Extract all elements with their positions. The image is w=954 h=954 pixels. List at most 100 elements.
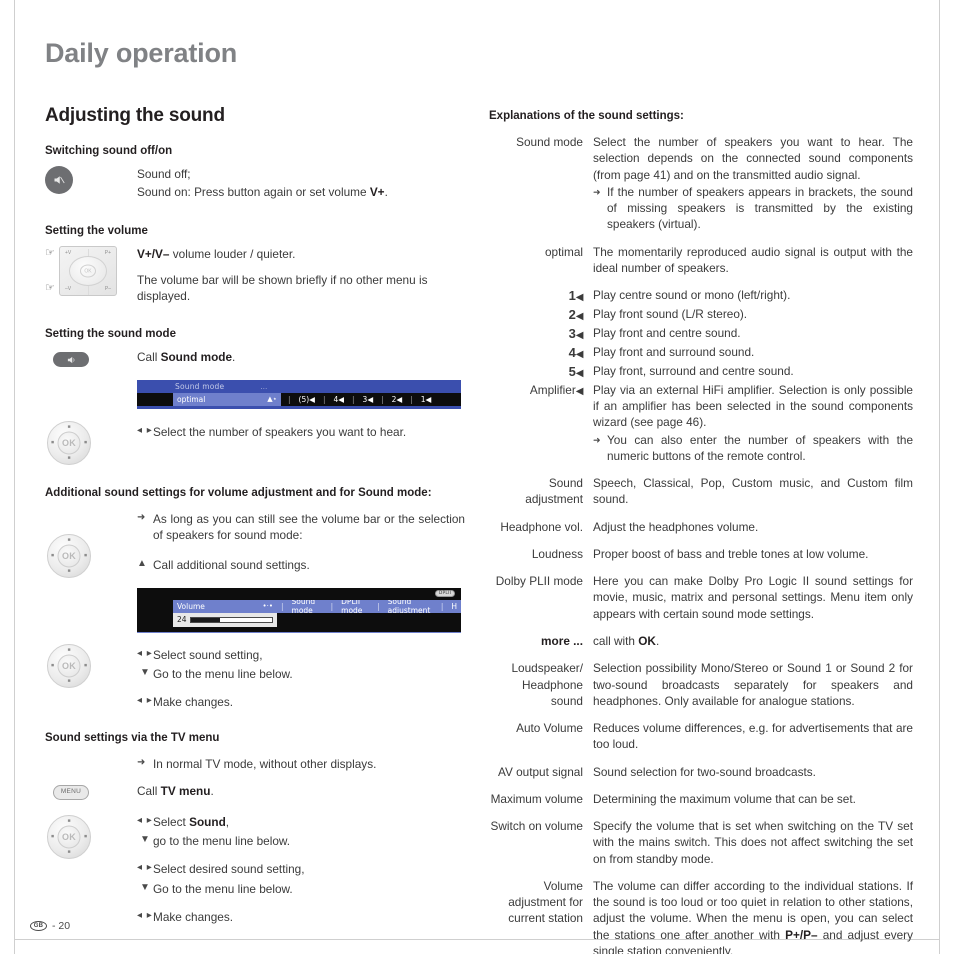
desc-more: call with OK. — [593, 633, 913, 649]
osd-volume-selected[interactable]: Volume •⋅• — [173, 599, 277, 613]
left-right-arrows-icon-6: ◂ ▸ — [137, 909, 153, 921]
volume-keys-desc: volume louder / quieter. — [169, 246, 296, 261]
heading-switching-sound: Switching sound off/on — [45, 145, 173, 157]
entry-sound-adjustment: Sound adjustment Speech, Classical, Pop,… — [489, 475, 913, 508]
sound-on-line: Sound on: Press button again or set volu… — [137, 184, 465, 200]
call-additional-label: Call additional sound settings. — [153, 558, 310, 573]
term-volume-adjustment-station: Volume adjustment for current station — [508, 878, 583, 926]
left-right-arrows-icon-4: ◂ ▸ — [137, 814, 153, 826]
term-loudness: Loudness — [531, 546, 583, 561]
nav-wheel-ok-icon-2[interactable]: ■ ■ ■ ■ OK — [47, 533, 91, 578]
desc-amplifier: Play via an external HiFi amplifier. Sel… — [593, 382, 913, 464]
p-plus-minus-key: P+/P– — [785, 927, 818, 942]
gutter-nav-wheel-2: ■ ■ ■ ■ OK — [45, 508, 137, 578]
menu-button-icon[interactable]: MENU — [53, 784, 89, 800]
down-arrow-icon-2: ▼ — [140, 834, 150, 846]
volume-keys: V+/V– — [137, 246, 170, 261]
term-speaker-1-num: 1 — [568, 288, 576, 304]
select-prefix: Select — [153, 814, 190, 829]
select-sound-line: Select Sound, — [153, 814, 465, 830]
mute-button-icon[interactable] — [45, 166, 73, 194]
osd-tab-h[interactable]: H — [447, 602, 461, 611]
speaker-icon-2: ◀ — [575, 311, 584, 323]
left-right-arrows-icon-2: ◂ ▸ — [137, 647, 153, 659]
nav-wheel-ok-icon[interactable]: ■ ■ ■ ■ OK — [47, 420, 91, 465]
heading-tv-menu: Sound settings via the TV menu — [45, 732, 220, 745]
term-switch-on-volume: Switch on volume — [490, 819, 583, 834]
locale-badge: GB — [30, 921, 47, 931]
gutter-menu-button: MENU — [45, 783, 137, 800]
up-arrow-icon: ▲ — [137, 558, 147, 570]
entry-maximum-volume: Maximum volume Determining the maximum v… — [489, 791, 913, 807]
make-changes-label-2: Make changes. — [153, 909, 234, 924]
gutter-volume-pad: ☞ ☞ +V –V P+ P– OK — [45, 245, 137, 296]
gutter-nav-wheel-3: ■ ■ ■ ■ OK — [45, 643, 137, 688]
volume-down-label: –V — [65, 285, 72, 292]
nav-wheel-ok-icon-3[interactable]: ■ ■ ■ ■ OK — [47, 643, 91, 688]
volume-rocker-pad-icon[interactable]: +V –V P+ P– OK — [59, 245, 117, 296]
osd-option-1[interactable]: 1◀ — [417, 395, 436, 404]
speaker-icon-5: ◀ — [575, 367, 584, 379]
term-amplifier: Amplifier◀ — [489, 382, 593, 464]
desc-switch-on-volume: Specify the volume that is set when swit… — [593, 819, 913, 866]
volume-bar-note: The volume bar will be shown briefly if … — [137, 272, 428, 304]
desc-headphone-vol: Adjust the headphones volume. — [593, 519, 759, 534]
sound-on-prefix: Sound on: Press button again or set volu… — [137, 185, 370, 200]
tv-mode-note: In normal TV mode, without other display… — [153, 757, 377, 772]
osd-option-4[interactable]: 4◀ — [329, 395, 348, 404]
gutter-nav-wheel-1: ■ ■ ■ ■ OK — [45, 420, 137, 465]
desc-speaker-2: Play front sound (L/R stereo). — [593, 307, 748, 322]
term-sound-mode: Sound mode — [516, 135, 583, 149]
entry-speaker-3: 3◀ Play front and centre sound. — [489, 325, 913, 343]
osd-volume-tabs: | Sound mode | DPLII mode | Sound adjust… — [277, 597, 461, 615]
note-arrow-icon-2: ➜ — [137, 757, 146, 769]
note-arrow-icon-3: ➜ — [593, 186, 601, 197]
entry-sound-mode: Sound mode Select the number of speakers… — [489, 134, 913, 233]
speaker-icon-6: ◀ — [575, 385, 584, 397]
entry-loudspeaker-headphone: Loudspeaker/ Headphone sound Selection p… — [489, 660, 914, 709]
osd-vol-bot-filler — [137, 612, 173, 627]
desc-loudspeaker-headphone: Selection possibility Mono/Stereo or Sou… — [593, 661, 913, 708]
osd-volume-bar: DPLII Volume •⋅• | Sound mode | DPLII mo… — [137, 587, 461, 633]
desc-speaker-4: Play front and surround sound. — [593, 344, 755, 359]
entry-optimal: optimal The momentarily reproduced audio… — [489, 244, 913, 277]
osd-selected-item[interactable]: optimal ▲⋆ — [173, 392, 281, 406]
term-optimal: optimal — [544, 244, 583, 259]
chapter-title: Daily operation — [45, 38, 238, 68]
osd-vol-left-filler — [137, 599, 173, 613]
entry-amplifier: Amplifier◀ Play via an external HiFi amp… — [489, 382, 913, 464]
osd-option-2[interactable]: 2◀ — [388, 395, 407, 404]
osd-title-row: Sound mode ... — [137, 379, 461, 393]
speaker-icon-4: ◀ — [575, 348, 584, 360]
note-arrow-icon-4: ➜ — [593, 434, 601, 445]
osd-option-5[interactable]: (5)◀ — [295, 395, 319, 404]
osd-title: Sound mode — [175, 381, 225, 391]
osd-option-3[interactable]: 3◀ — [359, 395, 378, 404]
desc-dolby-plii: Here you can make Dolby Pro Logic II sou… — [593, 574, 913, 621]
osd-volume-value-row: 24 — [137, 612, 461, 627]
tv-menu-label: TV menu — [160, 783, 211, 798]
select-sound-setting-label: Select sound setting, — [153, 647, 263, 662]
osd-dots: ... — [260, 381, 268, 391]
desc-speaker-5: Play front, surround and centre sound. — [593, 363, 794, 378]
page-border-left — [14, 0, 15, 954]
term-speaker-5: 5◀ — [489, 363, 593, 381]
text-setting-volume: V+/V– volume louder / quieter. The volum… — [137, 246, 465, 307]
nav-wheel-ok-icon-4[interactable]: ■ ■ ■ ■ OK — [47, 814, 91, 859]
entry-volume-adjustment-station: Volume adjustment for current station Th… — [489, 878, 913, 954]
term-loudspeaker-headphone: Loudspeaker/ Headphone sound — [511, 661, 584, 708]
osd-options-row: optimal ▲⋆ | (5)◀ | 4◀ | 3◀ | 2◀ | 1◀ — [137, 392, 461, 406]
down-arrow-icon: ▼ — [140, 666, 150, 678]
desc-maximum-volume: Determining the maximum volume that can … — [593, 791, 856, 806]
sound-mode-button-icon[interactable] — [53, 352, 89, 368]
entry-dolby-plii: Dolby PLII mode Here you can make Dolby … — [489, 573, 913, 622]
osd-volume-slider[interactable] — [189, 616, 273, 623]
desc-amplifier-text: Play via an external HiFi amplifier. Sel… — [593, 382, 913, 430]
select-speakers-instruction: Select the number of speakers you want t… — [153, 424, 407, 439]
term-headphone-vol: Headphone vol. — [500, 519, 583, 534]
note-sound-mode: If the number of speakers appears in bra… — [607, 184, 913, 232]
additional-note: As long as you can still see the volume … — [153, 511, 465, 542]
text-tv-menu-note: ➜ In normal TV mode, without other displ… — [137, 753, 465, 772]
hand-pointer-up-icon: ☞ — [45, 246, 55, 259]
manual-page: Daily operation Adjusting the sound Swit… — [0, 0, 954, 954]
